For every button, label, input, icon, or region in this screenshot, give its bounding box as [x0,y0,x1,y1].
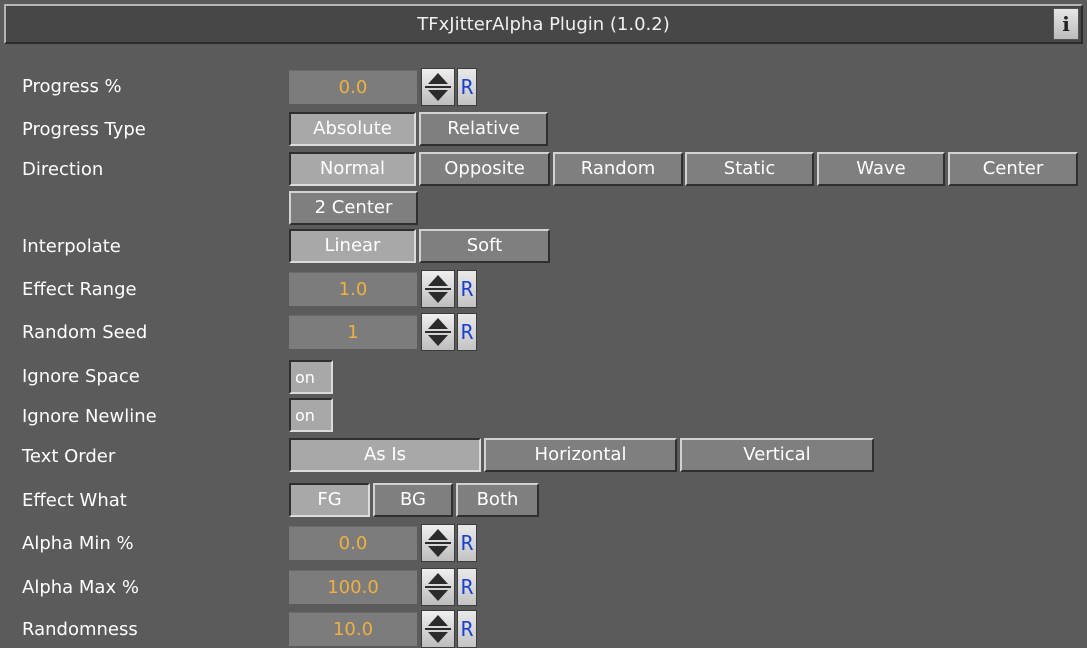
randomness-value-field[interactable]: 10.0 [289,612,417,646]
spinner-divider [425,628,451,630]
arrow-down-icon [428,335,448,346]
randomness-reset-button[interactable]: R [457,610,477,648]
effect-what-fg-button[interactable]: FG [289,483,370,517]
info-icon[interactable]: i [1053,8,1079,40]
randomness-label: Randomness [22,619,138,640]
spinner-divider [425,288,451,290]
spinner-divider [425,331,451,333]
alpha-min-value-field[interactable]: 0.0 [289,526,417,560]
ignore-newline-toggle[interactable]: on [289,398,333,432]
direction-random-button[interactable]: Random [553,152,683,186]
effect-what-both-button[interactable]: Both [456,483,539,517]
direction-opposite-button[interactable]: Opposite [419,152,550,186]
alpha-min-label: Alpha Min % [22,533,134,554]
arrow-up-icon [428,275,448,286]
spinner-divider [425,86,451,88]
effect-range-label: Effect Range [22,279,137,300]
text-order-vertical-button[interactable]: Vertical [680,438,874,472]
direction-static-button[interactable]: Static [685,152,814,186]
text-order-as-is-button[interactable]: As Is [289,438,481,472]
random-seed-label: Random Seed [22,322,148,343]
random-seed-reset-button[interactable]: R [457,313,477,351]
arrow-up-icon [428,615,448,626]
alpha-max-spinner[interactable] [421,568,455,606]
random-seed-value-field[interactable]: 1 [289,315,417,349]
progress-spinner[interactable] [421,68,455,106]
alpha-min-spinner[interactable] [421,524,455,562]
text-order-label: Text Order [22,446,116,467]
effect-range-spinner[interactable] [421,270,455,308]
alpha-max-reset-button[interactable]: R [457,568,477,606]
plugin-title-bar: TFxJitterAlpha Plugin (1.0.2) i [4,4,1083,44]
alpha-min-reset-button[interactable]: R [457,524,477,562]
arrow-up-icon [428,529,448,540]
arrow-down-icon [428,90,448,101]
direction-label: Direction [22,159,104,180]
alpha-max-label: Alpha Max % [22,577,139,598]
direction-2-center-button[interactable]: 2 Center [289,191,418,225]
plugin-title: TFxJitterAlpha Plugin (1.0.2) [417,14,670,35]
interpolate-soft-button[interactable]: Soft [419,229,550,263]
randomness-spinner[interactable] [421,610,455,648]
ignore-space-label: Ignore Space [22,366,140,387]
arrow-down-icon [428,546,448,557]
direction-wave-button[interactable]: Wave [817,152,945,186]
effect-what-label: Effect What [22,490,127,511]
arrow-down-icon [428,590,448,601]
effect-what-bg-button[interactable]: BG [373,483,453,517]
arrow-up-icon [428,73,448,84]
effect-range-value-field[interactable]: 1.0 [289,272,417,306]
arrow-up-icon [428,318,448,329]
interpolate-linear-button[interactable]: Linear [289,229,416,263]
effect-range-reset-button[interactable]: R [457,270,477,308]
arrow-down-icon [428,632,448,643]
random-seed-spinner[interactable] [421,313,455,351]
progress-label: Progress % [22,76,122,97]
alpha-max-value-field[interactable]: 100.0 [289,570,417,604]
direction-center-button[interactable]: Center [948,152,1078,186]
interpolate-label: Interpolate [22,236,121,257]
progress-type-absolute-button[interactable]: Absolute [289,112,416,146]
ignore-newline-label: Ignore Newline [22,406,157,427]
progress-type-relative-button[interactable]: Relative [419,112,548,146]
progress-type-label: Progress Type [22,119,146,140]
direction-normal-button[interactable]: Normal [289,152,416,186]
progress-value-field[interactable]: 0.0 [289,70,417,104]
ignore-space-toggle[interactable]: on [289,360,333,394]
arrow-down-icon [428,292,448,303]
spinner-divider [425,586,451,588]
arrow-up-icon [428,573,448,584]
text-order-horizontal-button[interactable]: Horizontal [484,438,677,472]
spinner-divider [425,542,451,544]
progress-reset-button[interactable]: R [457,68,477,106]
